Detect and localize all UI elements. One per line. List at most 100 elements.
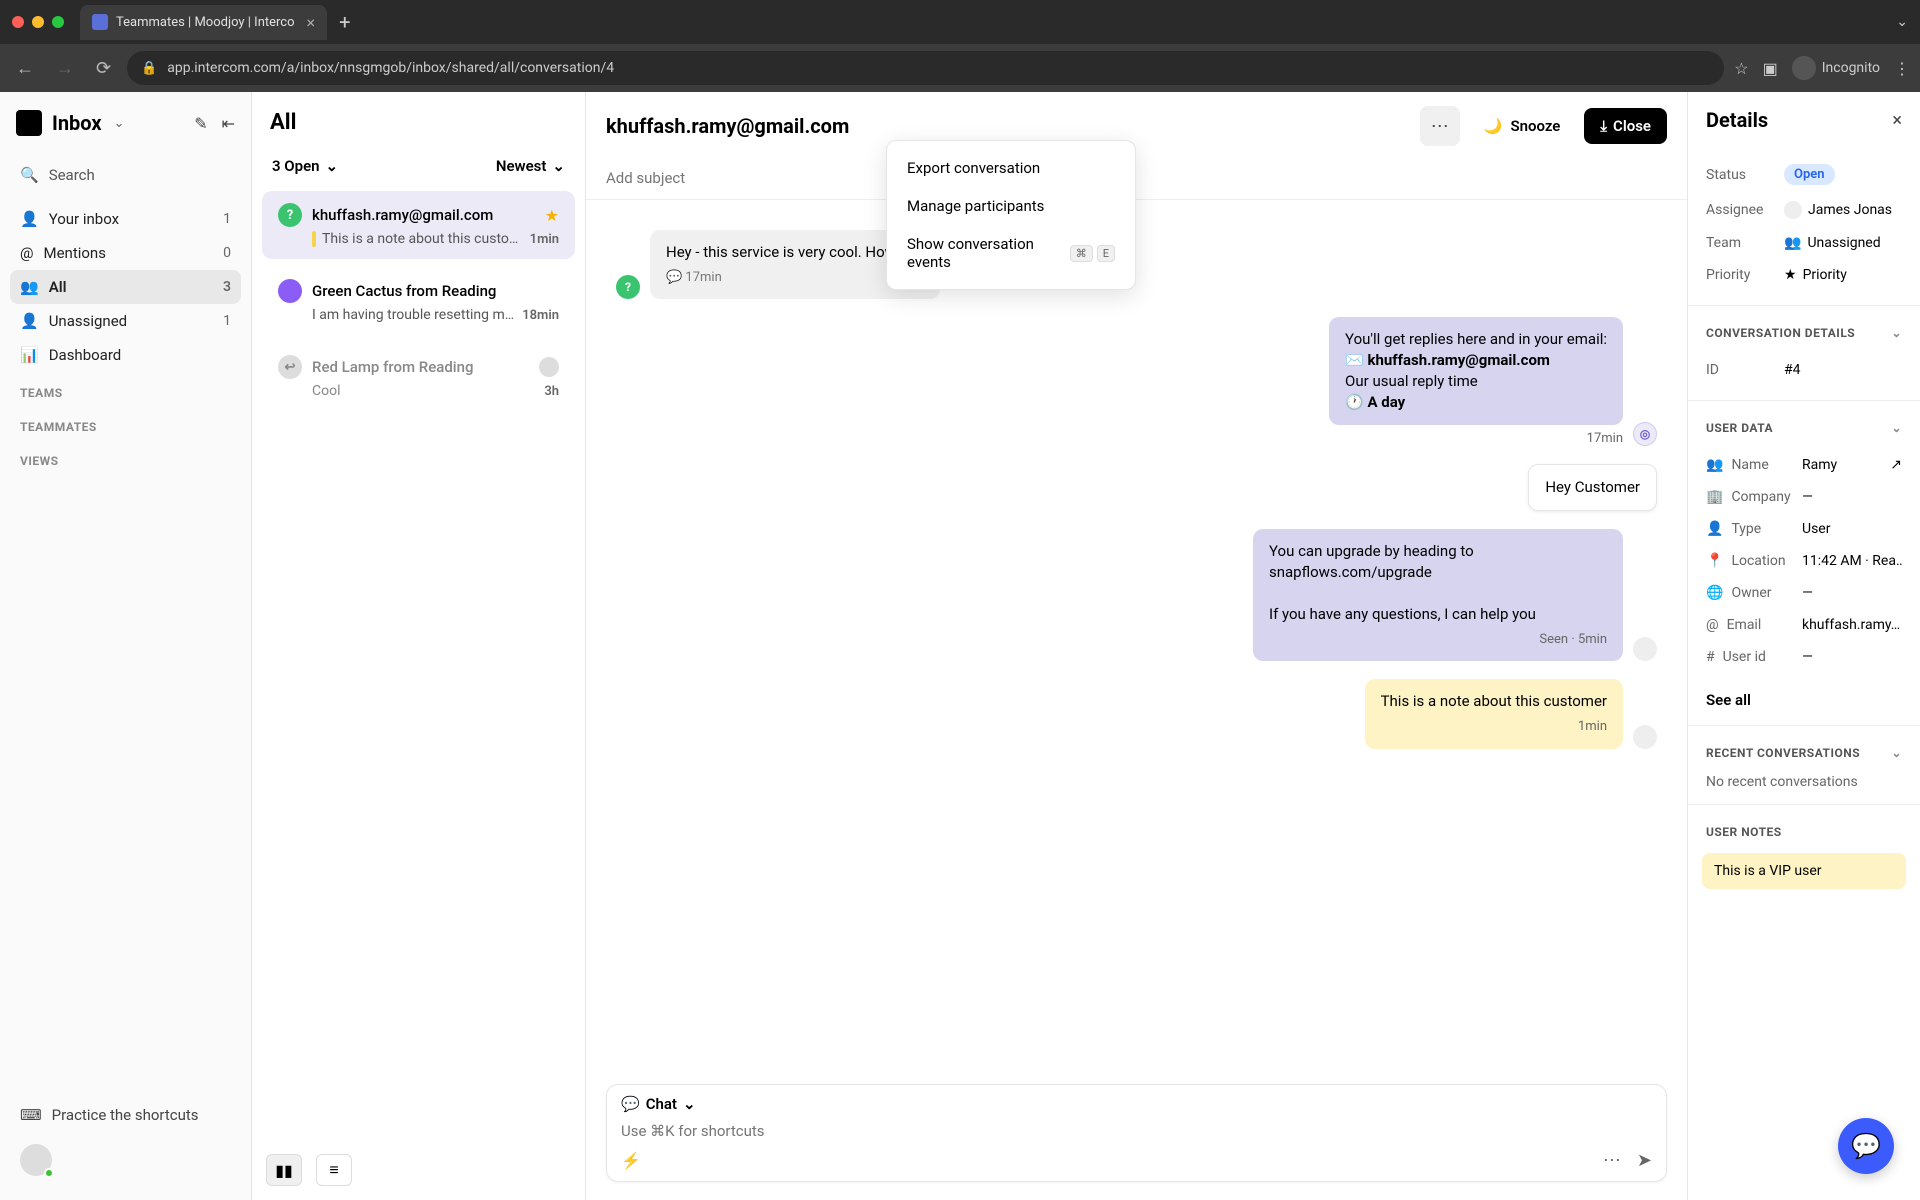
conversation-name: Red Lamp from Reading xyxy=(312,358,529,376)
user-notes-heading[interactable]: USER NOTES xyxy=(1688,811,1920,845)
reload-button[interactable]: ⟳ xyxy=(90,54,117,83)
composer-mode[interactable]: 💬 Chat ⌄ xyxy=(621,1095,1652,1113)
close-details-icon[interactable]: × xyxy=(1892,110,1902,131)
sidebar-item-label: Unassigned xyxy=(49,312,127,330)
practice-shortcuts[interactable]: ⌨ Practice the shortcuts xyxy=(10,1096,241,1134)
people-icon: 👥 xyxy=(20,278,39,296)
row-value: — xyxy=(1802,489,1902,505)
window-maximize-mac[interactable] xyxy=(52,16,64,28)
snooze-label: Snooze xyxy=(1510,117,1560,135)
bolt-icon[interactable]: ⚡ xyxy=(621,1151,641,1170)
user-data-row[interactable]: 👥 Name Ramy ↗ xyxy=(1706,449,1902,481)
conversation-title: khuffash.ramy@gmail.com xyxy=(606,114,1410,138)
section-teams[interactable]: TEAMS xyxy=(10,372,241,406)
overflow-menu-icon[interactable]: ⋮ xyxy=(1894,59,1910,78)
user-data-row[interactable]: 🏢 Company — xyxy=(1706,481,1902,513)
avatar: ? xyxy=(278,203,302,227)
user-data-row[interactable]: 🌐 Owner — xyxy=(1706,577,1902,609)
assignee-name: James Jonas xyxy=(1808,202,1892,218)
panel-icon[interactable]: ▣ xyxy=(1763,59,1778,78)
open-filter[interactable]: 3 Open ⌄ xyxy=(272,157,338,175)
id-label: ID xyxy=(1706,362,1784,378)
sidebar-item-dashboard[interactable]: 📊 Dashboard xyxy=(10,338,241,372)
window-close-mac[interactable] xyxy=(12,16,24,28)
conversation-item[interactable]: Green Cactus from Reading I am having tr… xyxy=(262,267,575,335)
recent-conversations-heading[interactable]: RECENT CONVERSATIONS ⌄ xyxy=(1688,732,1920,766)
tabs-overflow-icon[interactable]: ⌄ xyxy=(1896,14,1908,30)
message-text: You can upgrade by heading to snapflows.… xyxy=(1269,541,1607,583)
user-data-row[interactable]: 📍 Location 11:42 AM · Rea… xyxy=(1706,545,1902,577)
collapse-icon[interactable]: ⇤ xyxy=(222,114,235,133)
intercom-logo[interactable] xyxy=(16,110,42,136)
reply-icon: ↩ xyxy=(278,355,302,379)
dropdown-show-events[interactable]: Show conversation events ⌘ E xyxy=(895,225,1127,281)
snooze-button[interactable]: 🌙 Snooze xyxy=(1470,109,1575,143)
moon-icon: 🌙 xyxy=(1484,117,1503,135)
forward-button[interactable]: → xyxy=(50,54,80,83)
user-data-row[interactable]: @ Email khuffash.ramy… xyxy=(1706,609,1902,641)
sidebar-item-unassigned[interactable]: 👤 Unassigned 1 xyxy=(10,304,241,338)
chevron-down-icon: ⌄ xyxy=(683,1095,696,1113)
user-avatar[interactable] xyxy=(20,1144,52,1176)
compact-view-toggle[interactable]: ≡ xyxy=(316,1154,352,1186)
more-icon[interactable]: ⋯ xyxy=(1603,1150,1621,1171)
star-icon[interactable]: ★ xyxy=(545,206,559,225)
section-teammates[interactable]: TEAMMATES xyxy=(10,406,241,440)
close-label: Close xyxy=(1613,117,1651,135)
sort-label: Newest xyxy=(496,157,547,175)
team-name: Unassigned xyxy=(1807,235,1880,251)
intercom-launcher[interactable]: 💬 xyxy=(1838,1118,1894,1174)
team-value[interactable]: 👥 Unassigned xyxy=(1784,235,1902,251)
section-views[interactable]: VIEWS xyxy=(10,440,241,474)
window-minimize-mac[interactable] xyxy=(32,16,44,28)
chevron-down-icon: ⌄ xyxy=(1891,326,1902,340)
chevron-down-icon: ⌄ xyxy=(552,157,565,175)
row-label: Company xyxy=(1731,489,1790,505)
see-all-link[interactable]: See all xyxy=(1688,681,1920,719)
subject-input[interactable] xyxy=(606,169,1667,187)
more-actions-button[interactable]: ⋯ xyxy=(1420,106,1460,146)
browser-tab[interactable]: Teammates | Moodjoy | Interco × xyxy=(80,5,327,40)
assignee-value[interactable]: James Jonas xyxy=(1784,201,1902,219)
tab-close-icon[interactable]: × xyxy=(307,13,316,32)
search-input[interactable]: 🔍 Search xyxy=(10,158,241,192)
sidebar-item-count: 1 xyxy=(223,211,231,227)
user-data-row[interactable]: # User id — xyxy=(1706,641,1902,673)
message-text: A day xyxy=(1367,393,1405,411)
back-button[interactable]: ← xyxy=(10,54,40,83)
sort-filter[interactable]: Newest ⌄ xyxy=(496,157,565,175)
conversation-name: Green Cactus from Reading xyxy=(312,282,559,300)
dropdown-manage-participants[interactable]: Manage participants xyxy=(895,187,1127,225)
section-heading-label: RECENT CONVERSATIONS xyxy=(1706,746,1860,760)
user-data-heading[interactable]: USER DATA ⌄ xyxy=(1688,407,1920,441)
composer-input[interactable] xyxy=(621,1122,1652,1140)
new-tab-button[interactable]: + xyxy=(339,10,350,34)
row-label: Type xyxy=(1731,521,1761,537)
sidebar-item-count: 0 xyxy=(223,245,231,261)
priority-value[interactable]: ★ Priority xyxy=(1784,267,1902,283)
compose-icon[interactable]: ✎ xyxy=(194,114,207,133)
dropdown-export[interactable]: Export conversation xyxy=(895,149,1127,187)
incognito-badge[interactable]: Incognito xyxy=(1792,56,1880,80)
practice-label: Practice the shortcuts xyxy=(52,1106,199,1124)
url-bar[interactable]: 🔒 app.intercom.com/a/inbox/nnsgmgob/inbo… xyxy=(127,51,1724,85)
conversation-time: 18min xyxy=(522,308,559,323)
conversation-item[interactable]: ? khuffash.ramy@gmail.com ★ This is a no… xyxy=(262,191,575,259)
list-view-toggle[interactable]: ▮▮ xyxy=(266,1154,302,1186)
assignee-avatar xyxy=(539,357,559,377)
conversation-item[interactable]: ↩ Red Lamp from Reading Cool 3h xyxy=(262,343,575,411)
sidebar-item-mentions[interactable]: @ Mentions 0 xyxy=(10,236,241,270)
send-icon[interactable]: ➤ xyxy=(1637,1150,1652,1171)
sidebar-item-your-inbox[interactable]: 👤 Your inbox 1 xyxy=(10,202,241,236)
user-data-row[interactable]: 👤 Type User xyxy=(1706,513,1902,545)
chevron-down-icon[interactable]: ⌄ xyxy=(114,116,125,131)
inbox-title[interactable]: Inbox xyxy=(52,111,102,135)
section-heading-label: USER DATA xyxy=(1706,421,1773,435)
star-icon[interactable]: ☆ xyxy=(1734,59,1748,78)
status-badge[interactable]: Open xyxy=(1784,164,1835,185)
user-note[interactable]: This is a VIP user xyxy=(1702,853,1906,889)
conversation-details-heading[interactable]: CONVERSATION DETAILS ⌄ xyxy=(1688,312,1920,346)
sidebar-item-all[interactable]: 👥 All 3 xyxy=(10,270,241,304)
close-button[interactable]: ⤓ Close xyxy=(1584,108,1667,144)
external-link-icon[interactable]: ↗ xyxy=(1890,457,1902,473)
